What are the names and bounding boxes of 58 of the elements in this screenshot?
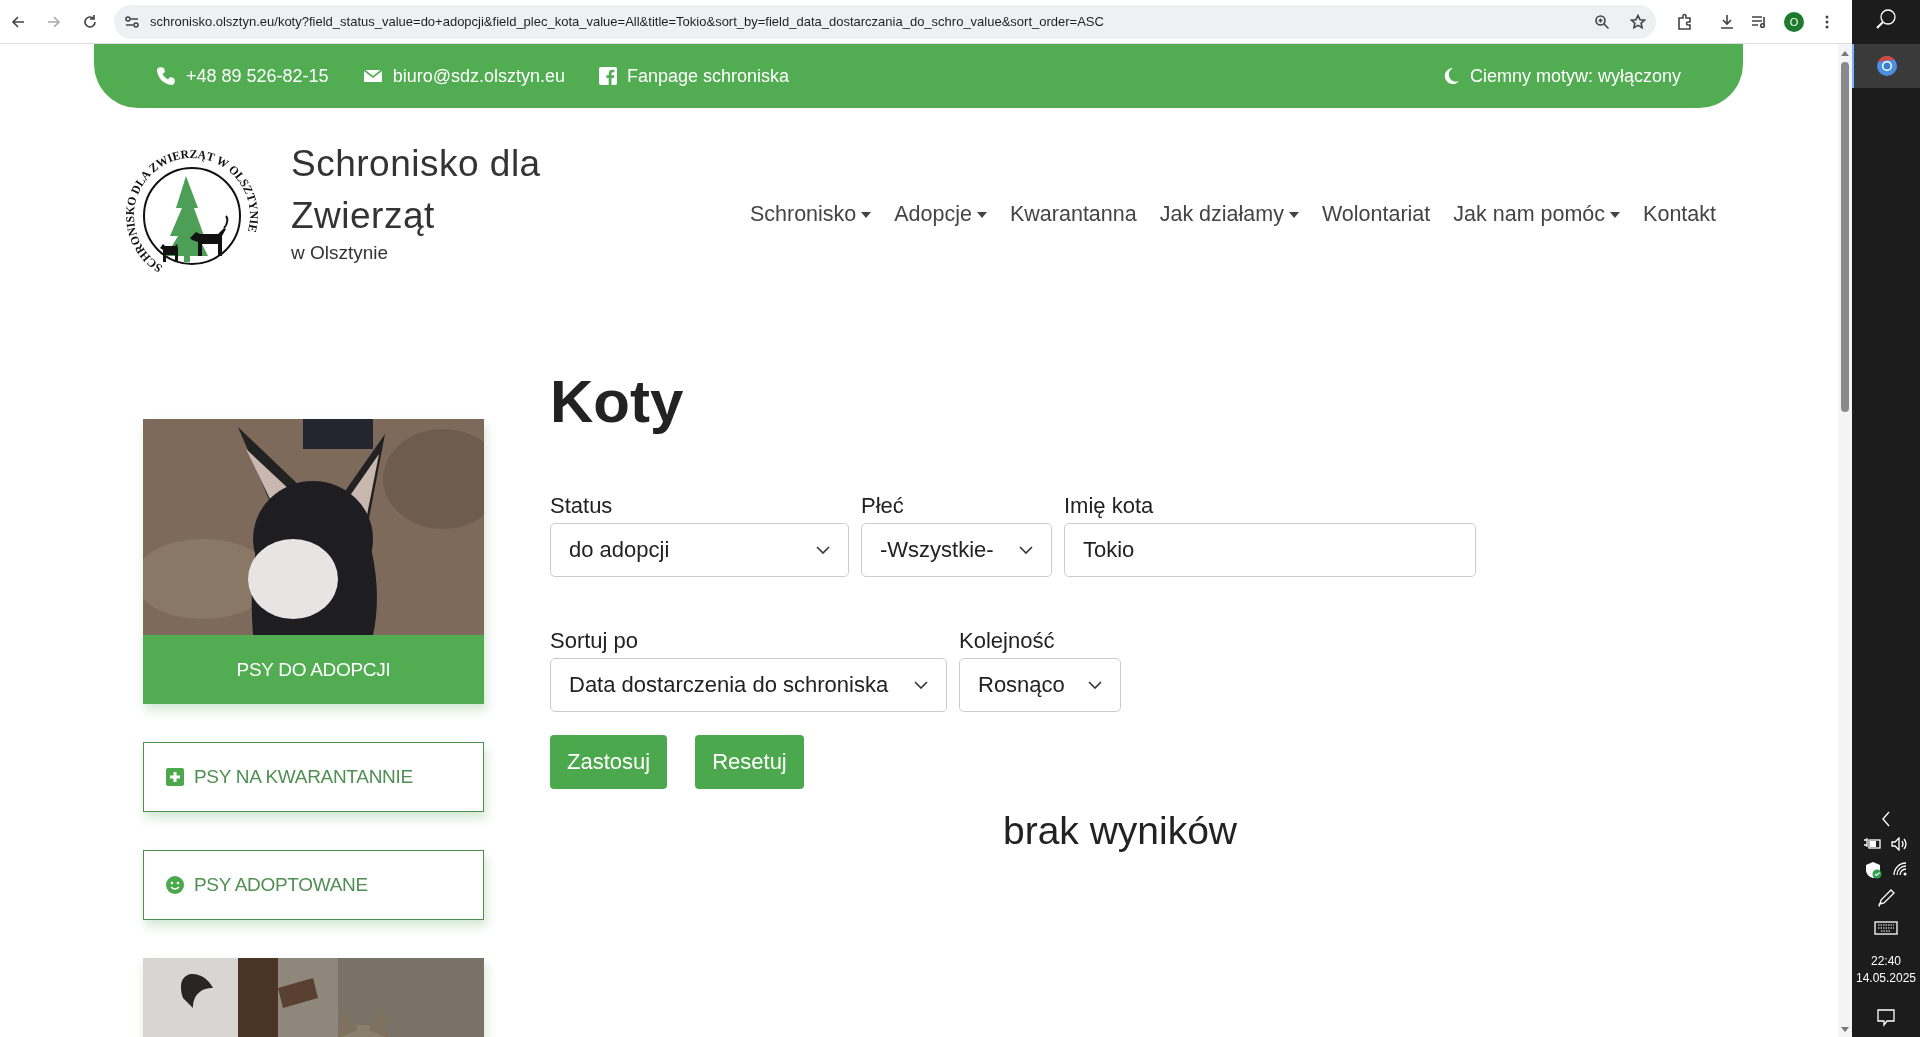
empty-message: brak wyników — [1001, 809, 1239, 853]
category-link[interactable]: PSY ADOPTOWANE — [143, 850, 484, 920]
notification-icon[interactable] — [1877, 1009, 1895, 1027]
search-icon[interactable] — [1875, 8, 1897, 30]
chevron-left-icon[interactable] — [1881, 811, 1891, 827]
scrollbar-thumb[interactable] — [1841, 62, 1849, 412]
nav-item[interactable]: Kontakt — [1643, 198, 1716, 231]
facebook-icon — [599, 67, 617, 85]
field-label: Kolejność — [959, 628, 1056, 654]
browser-app-icon — [1876, 55, 1898, 77]
chevron-down-icon — [1088, 681, 1102, 689]
profile-avatar[interactable]: O — [1784, 11, 1804, 32]
download-icon[interactable] — [1718, 12, 1736, 31]
input-field[interactable]: Tokio — [1064, 523, 1476, 577]
taskbar-app-button[interactable] — [1852, 44, 1920, 88]
select-field[interactable]: do adopcji — [550, 523, 849, 577]
nav-item[interactable]: Adopcje — [894, 198, 987, 231]
field-label: Status — [550, 493, 614, 519]
select-field[interactable]: -Wszystkie- — [861, 523, 1052, 577]
clock-date[interactable]: 14.05.2025 — [1855, 970, 1917, 987]
back-icon[interactable] — [10, 13, 26, 30]
nav-item[interactable]: Kwarantanna — [1010, 198, 1137, 231]
address-bar[interactable]: schronisko.olsztyn.eu/koty?field_status_value=do+adopcji&field_plec_kota_value=All&title=Tokio&sort_by=field_data_dostarczania_do_schro_value&sort_order=ASC — [114, 4, 1656, 39]
chevron-down-icon — [914, 681, 928, 689]
pen-icon[interactable] — [1877, 889, 1895, 907]
extensions-icon[interactable] — [1676, 12, 1694, 31]
bookmark-star-icon[interactable] — [1630, 13, 1646, 30]
phone-icon — [156, 66, 176, 86]
smiley-icon — [166, 876, 184, 894]
nav-item[interactable]: Schronisko — [749, 198, 872, 231]
zoom-icon[interactable] — [1594, 13, 1610, 30]
clock-time[interactable]: 22:40 — [1871, 953, 1901, 970]
field-label: Sortuj po — [550, 628, 640, 654]
envelope-icon — [362, 68, 383, 84]
chevron-down-icon — [1019, 546, 1033, 554]
battery-icon[interactable] — [1863, 837, 1881, 851]
field-label: Imię kota — [1064, 493, 1155, 519]
keyboard-icon[interactable] — [1874, 921, 1898, 935]
wifi-icon[interactable] — [1892, 861, 1908, 877]
site-subtitle: w Olsztynie — [291, 242, 390, 264]
menu-icon[interactable] — [1824, 13, 1830, 30]
chevron-down-icon — [816, 546, 830, 554]
category-link[interactable]: PSY NA KWARANTANNIE — [143, 742, 484, 812]
select-field[interactable]: Data dostarczenia do schroniska — [550, 658, 947, 712]
scroll-up-icon[interactable] — [1841, 50, 1849, 56]
plus-icon — [166, 768, 184, 786]
shield-icon[interactable] — [1864, 861, 1882, 879]
scroll-down-icon[interactable] — [1841, 1027, 1849, 1033]
site-info-icon[interactable] — [124, 13, 140, 30]
volume-icon[interactable] — [1891, 837, 1909, 851]
nav-item[interactable]: Jak nam pomóc — [1453, 198, 1621, 231]
site-title[interactable]: Schronisko dla Zwierząt — [291, 138, 541, 242]
field-label: Płeć — [861, 493, 905, 519]
select-field[interactable]: Rosnąco — [959, 658, 1121, 712]
nav-item[interactable]: Wolontariat — [1321, 198, 1431, 231]
reload-icon[interactable] — [82, 13, 98, 30]
page-heading: Koty — [550, 367, 685, 437]
nav-item[interactable]: Jak działamy — [1159, 198, 1299, 231]
